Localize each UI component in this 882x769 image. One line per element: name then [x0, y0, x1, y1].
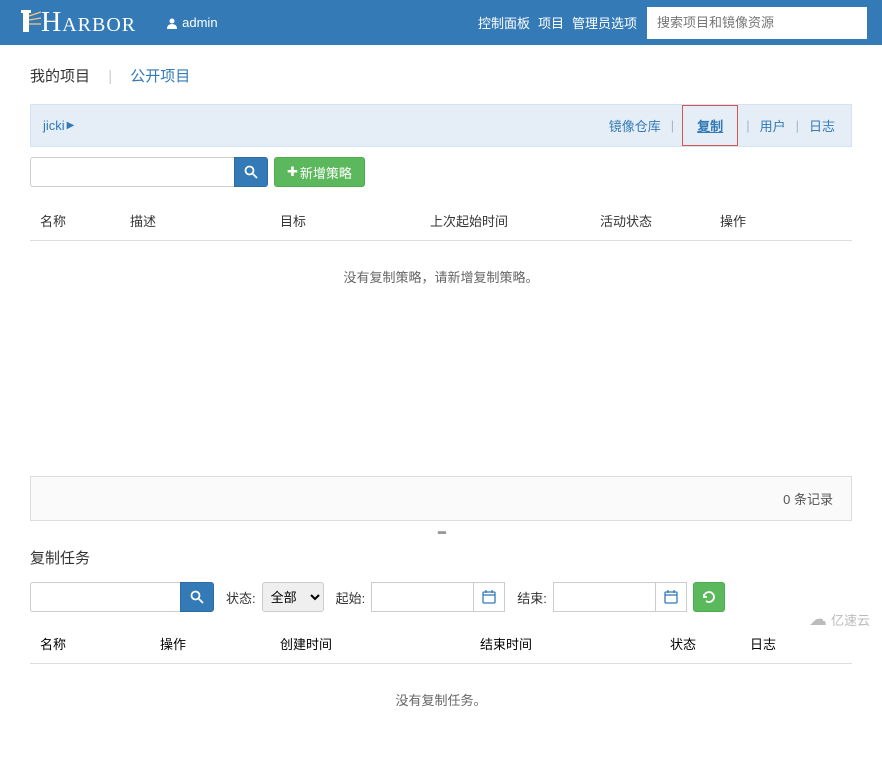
caret-right-icon: ▶ [67, 120, 75, 131]
tab-users[interactable]: 用户 [756, 116, 790, 135]
end-label: 结束: [517, 588, 547, 607]
drag-handle-icon[interactable]: ▪▪▪▪ [30, 527, 852, 539]
add-policy-button[interactable]: ✚ 新增策略 [274, 157, 365, 187]
policy-table-header: 名称 描述 目标 上次起始时间 活动状态 操作 [30, 187, 852, 241]
status-select[interactable]: 全部 [262, 582, 324, 612]
tab-replication[interactable]: 复制 [693, 119, 727, 134]
tab-replication-active: 复制 [682, 105, 738, 146]
policy-search-button[interactable] [234, 157, 268, 187]
records-count: 0 条记录 [30, 476, 852, 521]
start-label: 起始: [336, 588, 366, 607]
start-date-input[interactable] [371, 582, 473, 612]
end-date-input[interactable] [553, 582, 655, 612]
search-icon [244, 165, 258, 179]
calendar-icon [482, 590, 496, 604]
tab-my-projects[interactable]: 我的项目 [30, 65, 90, 86]
harbor-logo[interactable]: HARBOR [15, 7, 136, 39]
breadcrumb-project[interactable]: jicki [43, 118, 65, 133]
task-search-input[interactable] [30, 582, 180, 612]
start-date-picker-button[interactable] [473, 582, 505, 612]
global-search-input[interactable] [647, 7, 867, 39]
tab-logs[interactable]: 日志 [805, 116, 839, 135]
plus-icon: ✚ [287, 164, 298, 180]
calendar-icon [664, 590, 678, 604]
user-icon [166, 17, 178, 29]
watermark: ☁ 亿速云 [809, 609, 870, 630]
separator: | [108, 68, 112, 85]
policy-empty-message: 没有复制策略，请新增复制策略。 [30, 241, 852, 326]
refresh-button[interactable] [693, 582, 725, 612]
task-table-header: 名称 操作 创建时间 结束时间 状态 日志 [30, 612, 852, 664]
end-date-picker-button[interactable] [655, 582, 687, 612]
task-search-button[interactable] [180, 582, 214, 612]
policy-search-input[interactable] [30, 157, 234, 187]
task-empty-message: 没有复制任务。 [30, 664, 852, 749]
user-menu[interactable]: admin [166, 15, 217, 30]
lighthouse-icon [15, 8, 41, 38]
tab-public-projects[interactable]: 公开项目 [130, 65, 190, 86]
tasks-section-title: 复制任务 [30, 547, 852, 568]
nav-admin[interactable]: 管理员选项 [572, 13, 637, 32]
status-label: 状态: [226, 588, 256, 607]
refresh-icon [702, 590, 716, 604]
nav-dashboard[interactable]: 控制面板 [478, 13, 530, 32]
search-icon [190, 590, 204, 604]
tab-repos[interactable]: 镜像仓库 [605, 116, 665, 135]
nav-project[interactable]: 项目 [538, 13, 564, 32]
cloud-icon: ☁ [809, 609, 827, 630]
